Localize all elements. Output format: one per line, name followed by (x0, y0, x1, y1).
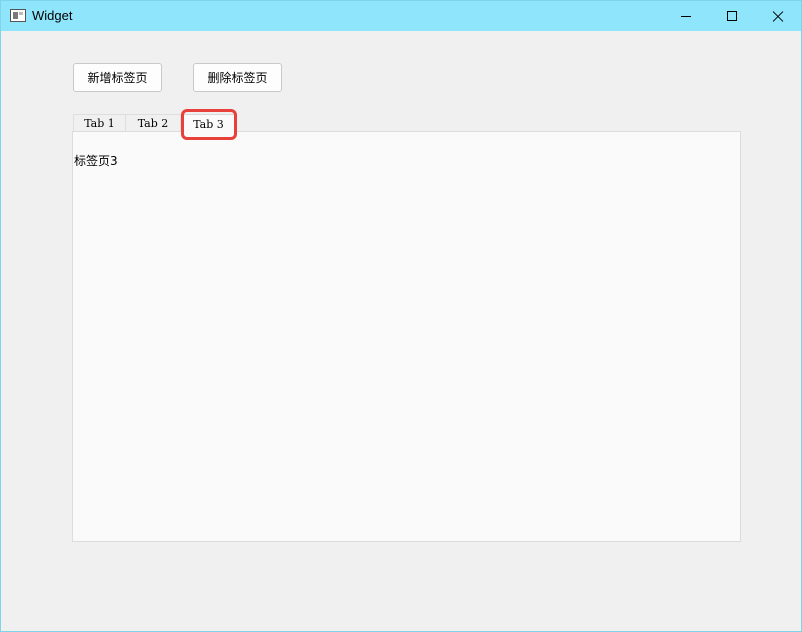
tab-content-pane: 标签页3 (72, 131, 741, 542)
title-bar[interactable]: Widget (1, 1, 801, 31)
maximize-icon (727, 11, 737, 21)
tab-1[interactable]: Tab 1 (73, 114, 126, 132)
tab-3[interactable]: Tab 3 (181, 114, 236, 133)
delete-tab-button[interactable]: 删除标签页 (193, 63, 282, 92)
close-icon (772, 10, 784, 22)
tab-content-label: 标签页3 (74, 154, 118, 168)
app-window: Widget 新增标签页 删除标签页 Tab 1 Tab 2 Tab 3 标签页… (0, 0, 802, 632)
tab-2[interactable]: Tab 2 (126, 114, 181, 132)
app-icon (10, 9, 26, 22)
tab-bar: Tab 1 Tab 2 Tab 3 (73, 114, 243, 133)
window-title: Widget (32, 8, 73, 23)
add-tab-button[interactable]: 新增标签页 (73, 63, 162, 92)
minimize-button[interactable] (663, 1, 709, 31)
maximize-button[interactable] (709, 1, 755, 31)
close-button[interactable] (755, 1, 801, 31)
minimize-icon (681, 15, 691, 17)
